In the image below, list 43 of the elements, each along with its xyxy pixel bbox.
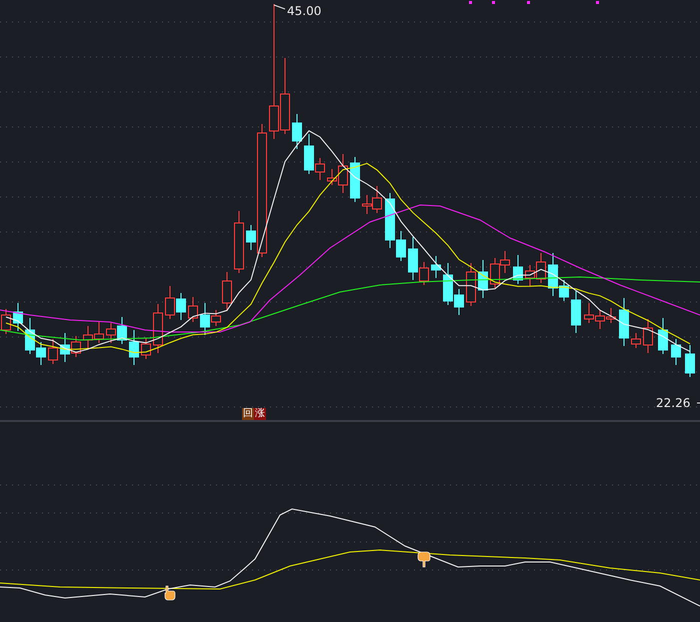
candlestick — [671, 338, 681, 366]
candlestick — [658, 318, 668, 354]
leader-line — [274, 4, 286, 10]
candlestick — [350, 156, 360, 202]
candlestick — [292, 114, 302, 150]
candlestick — [631, 332, 641, 348]
candlestick — [372, 186, 382, 214]
candlestick — [141, 338, 151, 360]
candlestick — [595, 310, 605, 330]
leader-line — [696, 402, 700, 404]
candlestick — [60, 332, 70, 362]
candlestick — [478, 260, 488, 298]
candlestick — [129, 330, 139, 366]
candlestick — [153, 304, 163, 354]
candlestick — [13, 302, 23, 332]
candlestick — [117, 316, 127, 344]
candlestick — [431, 256, 441, 278]
candlestick — [513, 254, 523, 284]
candlestick — [71, 336, 81, 358]
candlestick — [106, 322, 116, 344]
candlestick — [606, 308, 616, 324]
candlestick — [165, 286, 175, 320]
candlestick — [176, 292, 186, 320]
candlestick — [362, 194, 372, 214]
candlestick — [94, 322, 104, 344]
signal-badge: 回 — [242, 408, 254, 420]
candlestick — [48, 338, 58, 364]
high-price-label: 45.00 — [287, 4, 322, 18]
candlestick — [536, 252, 546, 284]
candlestick — [643, 318, 653, 354]
candlestick — [500, 250, 510, 274]
candlestick — [188, 296, 198, 322]
candlestick — [490, 258, 500, 288]
candlestick — [525, 264, 535, 286]
candlestick — [83, 326, 93, 348]
candlestick — [234, 210, 244, 274]
candlestick — [685, 344, 695, 378]
signal-badge: 涨 — [254, 408, 266, 420]
candlestick — [466, 262, 476, 306]
low-price-label: 22.26 — [656, 396, 690, 410]
candlestick — [584, 302, 594, 324]
candlestick — [571, 290, 581, 334]
candlestick — [619, 298, 629, 346]
